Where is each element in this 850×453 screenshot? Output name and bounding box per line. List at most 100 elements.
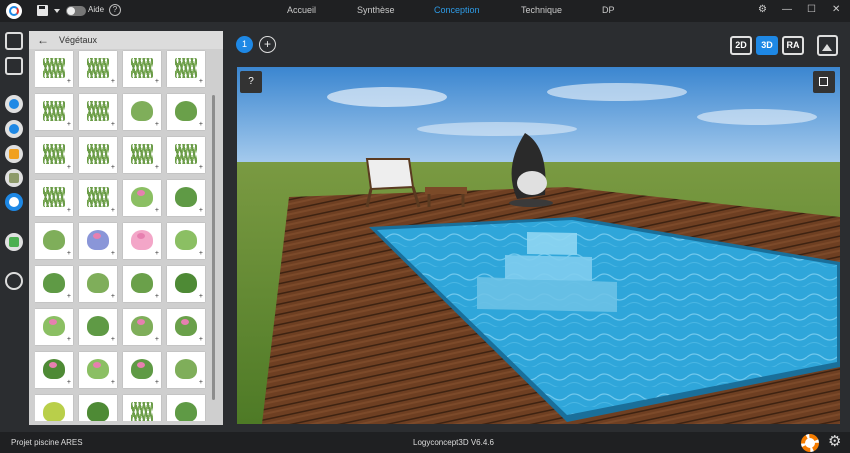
plant-item[interactable]: + (123, 223, 161, 259)
pool-shape-icon[interactable] (5, 95, 23, 113)
add-plant-icon[interactable]: + (155, 78, 159, 85)
plant-item[interactable]: + (35, 395, 73, 421)
add-plant-icon[interactable]: + (67, 78, 71, 85)
plant-item[interactable]: + (79, 223, 117, 259)
tab-accueil[interactable]: Accueil (287, 5, 316, 15)
plant-item[interactable]: + (123, 309, 161, 345)
garden-icon[interactable] (5, 57, 23, 75)
add-plant-icon[interactable]: + (199, 379, 203, 386)
plant-item[interactable]: + (167, 395, 205, 421)
plant-item[interactable]: + (35, 223, 73, 259)
add-level-button[interactable]: + (259, 36, 276, 53)
plant-item[interactable]: + (35, 94, 73, 130)
plant-item[interactable]: + (79, 137, 117, 173)
tab-conception[interactable]: Conception (434, 5, 480, 15)
save-dropdown-chevron-icon[interactable] (54, 9, 60, 13)
3d-viewport[interactable] (237, 67, 840, 424)
plant-item[interactable]: + (79, 266, 117, 302)
add-plant-icon[interactable]: + (199, 164, 203, 171)
level-1-button[interactable]: 1 (236, 36, 253, 53)
plant-item[interactable]: + (167, 352, 205, 388)
help-button[interactable]: ? (109, 4, 121, 16)
terrain-icon[interactable] (5, 169, 23, 187)
add-plant-icon[interactable]: + (67, 121, 71, 128)
plant-item[interactable]: + (123, 266, 161, 302)
plant-item[interactable]: + (35, 352, 73, 388)
tab-synthese[interactable]: Synthèse (357, 5, 395, 15)
add-plant-icon[interactable]: + (111, 293, 115, 300)
lifebuoy-support-icon[interactable] (801, 434, 819, 452)
fullscreen-icon[interactable] (813, 71, 835, 93)
add-plant-icon[interactable]: + (67, 250, 71, 257)
plant-item[interactable]: + (79, 352, 117, 388)
add-plant-icon[interactable]: + (155, 293, 159, 300)
decor-plants-icon[interactable] (5, 193, 23, 211)
help-toggle[interactable] (66, 6, 86, 16)
plant-item[interactable]: + (35, 137, 73, 173)
plant-item[interactable]: + (79, 180, 117, 216)
plant-item[interactable]: + (123, 395, 161, 421)
add-plant-icon[interactable]: + (155, 164, 159, 171)
add-plant-icon[interactable]: + (199, 250, 203, 257)
arrow-left-icon[interactable]: ← (37, 34, 49, 46)
add-plant-icon[interactable]: + (111, 207, 115, 214)
add-plant-icon[interactable]: + (155, 121, 159, 128)
plant-item[interactable]: + (35, 180, 73, 216)
add-plant-icon[interactable]: + (155, 250, 159, 257)
equipment-icon[interactable] (5, 145, 23, 163)
add-plant-icon[interactable]: + (111, 379, 115, 386)
plant-item[interactable]: + (79, 94, 117, 130)
plant-item[interactable]: + (167, 51, 205, 87)
plant-item[interactable]: + (123, 352, 161, 388)
plant-item[interactable]: + (167, 223, 205, 259)
plant-item[interactable]: + (167, 266, 205, 302)
plant-item[interactable]: + (79, 51, 117, 87)
add-plant-icon[interactable]: + (111, 164, 115, 171)
landscape-icon[interactable] (5, 233, 23, 251)
add-plant-icon[interactable]: + (111, 250, 115, 257)
add-plant-icon[interactable]: + (67, 379, 71, 386)
add-plant-icon[interactable]: + (199, 78, 203, 85)
add-plant-icon[interactable]: + (67, 207, 71, 214)
plant-item[interactable]: + (35, 266, 73, 302)
add-plant-icon[interactable]: + (199, 336, 203, 343)
settings-gear-icon[interactable]: ⚙ (758, 4, 767, 15)
plant-item[interactable]: + (35, 309, 73, 345)
view-2d-button[interactable]: 2D (730, 36, 752, 55)
plant-item[interactable]: + (167, 94, 205, 130)
add-plant-icon[interactable]: + (155, 336, 159, 343)
plant-item[interactable]: + (123, 51, 161, 87)
plant-item[interactable]: + (79, 309, 117, 345)
maximize-button[interactable]: ☐ (807, 4, 816, 15)
minimize-button[interactable]: — (782, 4, 792, 15)
add-plant-icon[interactable]: + (111, 336, 115, 343)
add-plant-icon[interactable]: + (199, 121, 203, 128)
add-plant-icon[interactable]: + (111, 78, 115, 85)
settings-gear-icon[interactable]: ⚙ (828, 433, 841, 451)
view-3d-button[interactable]: 3D (756, 36, 778, 55)
panel-scrollbar[interactable] (212, 95, 215, 400)
photo-render-icon[interactable] (817, 35, 838, 56)
viewport-help-button[interactable]: ? (240, 71, 262, 93)
plant-item[interactable]: + (35, 51, 73, 87)
pool-liner-icon[interactable] (5, 120, 23, 138)
add-plant-icon[interactable]: + (67, 293, 71, 300)
save-icon[interactable] (37, 5, 48, 16)
add-plant-icon[interactable]: + (199, 293, 203, 300)
share-arrow-icon[interactable] (5, 272, 23, 290)
add-plant-icon[interactable]: + (111, 121, 115, 128)
plant-item[interactable]: + (167, 180, 205, 216)
plant-item[interactable]: + (167, 137, 205, 173)
plant-item[interactable]: + (123, 180, 161, 216)
plant-item[interactable]: + (123, 94, 161, 130)
add-plant-icon[interactable]: + (155, 379, 159, 386)
plant-item[interactable]: + (79, 395, 117, 421)
add-plant-icon[interactable]: + (67, 164, 71, 171)
close-button[interactable]: ✕ (832, 4, 840, 15)
add-plant-icon[interactable]: + (155, 207, 159, 214)
view-ra-button[interactable]: RA (782, 36, 804, 55)
add-plant-icon[interactable]: + (67, 336, 71, 343)
plant-item[interactable]: + (123, 137, 161, 173)
add-plant-icon[interactable]: + (199, 207, 203, 214)
tab-dp[interactable]: DP (602, 5, 615, 15)
